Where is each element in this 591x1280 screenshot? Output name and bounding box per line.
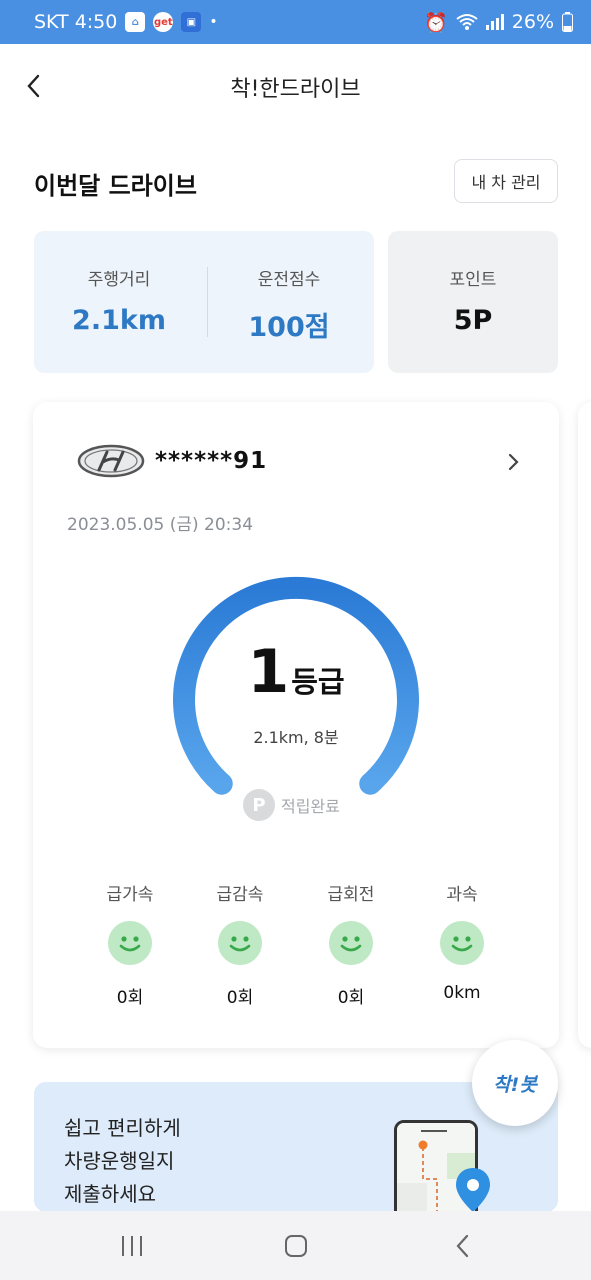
drive-summary: 2.1km, 8분 xyxy=(253,728,339,747)
metric-rapid-deceleration: 급감속 0회 xyxy=(185,880,295,1008)
get-app-icon: get xyxy=(153,12,174,32)
score-label: 운전점수 xyxy=(257,270,321,290)
car-manage-button[interactable]: 내 차 관리 xyxy=(454,159,558,203)
score-value: 100점 xyxy=(248,312,330,343)
page-title: 착!한드라이브 xyxy=(230,77,361,102)
metric-sharp-turn: 급회전 0회 xyxy=(296,880,406,1008)
home-app-icon: ⌂ xyxy=(125,12,146,32)
home-button[interactable] xyxy=(276,1231,316,1261)
next-drive-card[interactable] xyxy=(578,402,591,1048)
metric-value: 0km xyxy=(443,983,481,1003)
alarm-icon: ⏰ xyxy=(424,11,448,34)
point-status: P 적립완료 xyxy=(243,789,340,821)
smiley-icon xyxy=(329,921,373,965)
metric-label: 급회전 xyxy=(327,885,375,905)
metric-value: 0회 xyxy=(116,988,144,1008)
back-button[interactable] xyxy=(26,74,46,98)
battery-level: 26% xyxy=(511,11,554,33)
metric-label: 급감속 xyxy=(216,885,264,905)
points-label: 포인트 xyxy=(449,270,497,290)
score-stat: 운전점수 100점 xyxy=(204,231,374,373)
app-notification-icon: ▣ xyxy=(181,12,202,32)
system-nav-bar xyxy=(0,1211,591,1280)
promo-line: 제출하세요 xyxy=(64,1182,156,1206)
metric-speeding: 과속 0km xyxy=(407,880,517,1003)
promo-line: 차량운행일지 xyxy=(64,1149,175,1173)
smiley-icon xyxy=(218,921,262,965)
drive-card[interactable]: ******91 2023.05.05 (금) 20:34 1 등급 2.1km… xyxy=(33,402,559,1048)
chatbot-button[interactable]: 착!봇 xyxy=(472,1040,558,1126)
battery-icon xyxy=(562,12,573,32)
app-header: 착!한드라이브 xyxy=(0,44,591,130)
metric-rapid-acceleration: 급가속 0회 xyxy=(75,880,185,1008)
point-badge-icon: P xyxy=(243,789,275,821)
points-value: 5P xyxy=(453,305,493,336)
drive-grade: 1 등급 xyxy=(33,642,559,702)
smiley-icon xyxy=(440,921,484,965)
point-status-text: 적립완료 xyxy=(281,797,340,816)
distance-stat: 주행거리 2.1km xyxy=(34,231,204,373)
map-pin-icon xyxy=(456,1168,490,1212)
car-plate-number: ******91 xyxy=(155,448,268,474)
grade-unit: 등급 xyxy=(291,665,345,699)
drive-date: 2023.05.05 (금) 20:34 xyxy=(67,515,254,535)
back-arrow-icon xyxy=(27,74,40,98)
status-bar: SKT 4:50 ⌂ get ▣ • ⏰ 26% xyxy=(0,0,591,44)
points-box[interactable]: 포인트 5P xyxy=(388,231,558,373)
grade-number: 1 xyxy=(247,637,290,707)
car-brand-logo-icon xyxy=(77,444,145,478)
metric-label: 급가속 xyxy=(106,885,154,905)
metric-label: 과속 xyxy=(446,885,478,905)
chevron-right-icon[interactable] xyxy=(507,452,521,472)
recent-apps-button[interactable] xyxy=(112,1231,152,1261)
metric-value: 0회 xyxy=(226,988,254,1008)
metric-value: 0회 xyxy=(337,988,365,1008)
distance-value: 2.1km xyxy=(72,305,166,336)
recent-apps-icon xyxy=(122,1236,142,1256)
home-icon xyxy=(285,1235,307,1257)
chevron-left-icon xyxy=(456,1234,469,1258)
distance-label: 주행거리 xyxy=(87,270,151,290)
monthly-stats-box: 주행거리 2.1km 운전점수 100점 xyxy=(34,231,374,373)
system-back-button[interactable] xyxy=(442,1231,482,1261)
smiley-icon xyxy=(108,921,152,965)
promo-line: 쉽고 편리하게 xyxy=(64,1116,181,1140)
signal-icon xyxy=(485,14,504,30)
section-title: 이번달 드라이브 xyxy=(34,172,197,200)
more-notifications-icon: • xyxy=(209,14,218,30)
carrier-time: SKT 4:50 xyxy=(34,11,118,33)
wifi-icon xyxy=(456,14,478,30)
